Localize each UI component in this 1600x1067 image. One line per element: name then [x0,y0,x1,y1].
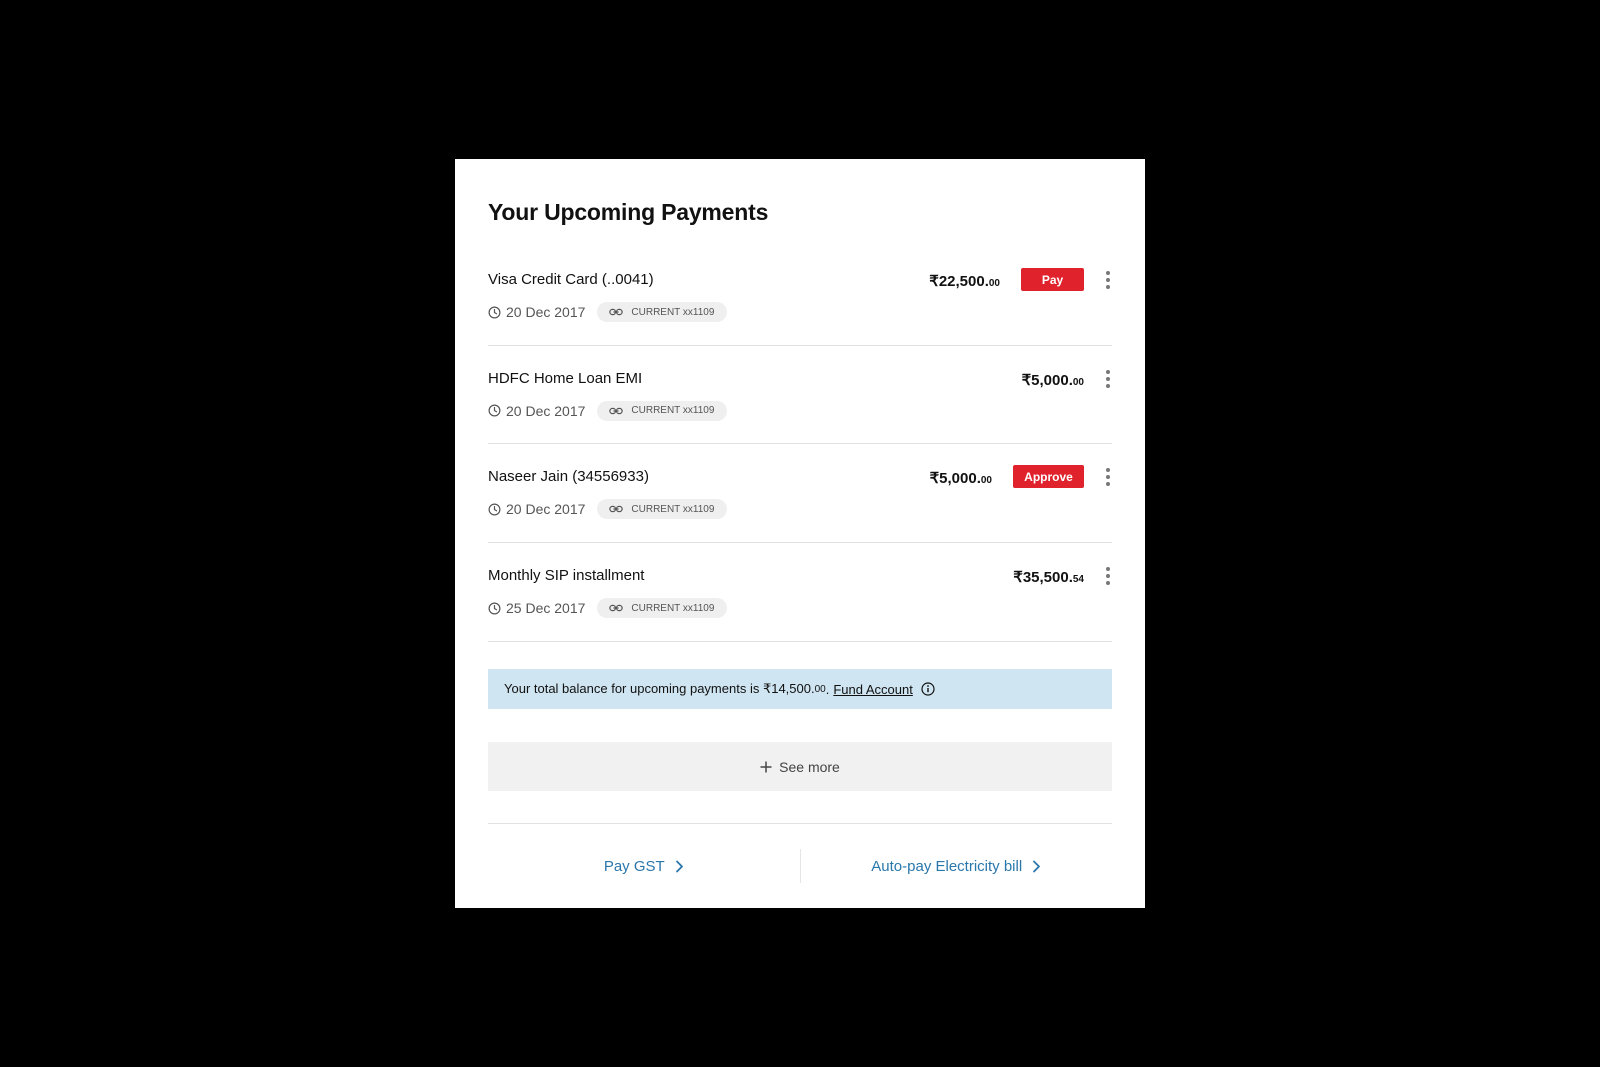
clock-icon [488,306,501,319]
payment-amount: ₹5,000.00 [929,470,992,488]
fund-account-link[interactable]: Fund Account [833,682,913,697]
payment-amount: ₹35,500.54 [1013,569,1084,587]
clock-icon [488,404,501,417]
chevron-right-icon [1032,860,1041,873]
pay-button[interactable]: Pay [1021,268,1084,291]
see-more-button[interactable]: See more [488,742,1112,791]
payment-row: HDFC Home Loan EMI 20 Dec 2017 CURRENT x… [488,346,1112,445]
payment-name: Monthly SIP installment [488,567,645,585]
card-title: Your Upcoming Payments [488,199,769,225]
clock-icon [488,503,501,516]
info-icon[interactable] [921,682,935,696]
auto-pay-label: Auto-pay Electricity bill [871,857,1023,875]
account-chip: CURRENT xx1109 [597,400,728,421]
account-label: CURRENT xx1109 [631,306,715,318]
account-label: CURRENT xx1109 [631,602,715,614]
link-icon [609,307,624,317]
clock-icon [488,602,501,615]
payment-meta: 25 Dec 2017 CURRENT xx1109 [488,598,728,619]
balance-text: Your total balance for upcoming payments… [504,681,815,696]
auto-pay-electricity-link[interactable]: Auto-pay Electricity bill [801,824,1113,908]
upcoming-payments-card: Your Upcoming Payments Visa Credit Card … [455,159,1145,908]
see-more-label: See more [779,758,840,775]
account-chip: CURRENT xx1109 [597,598,728,619]
balance-suffix: . [825,681,830,697]
account-label: CURRENT xx1109 [631,405,715,417]
payment-row: Naseer Jain (34556933) 20 Dec 2017 CURRE… [488,444,1112,544]
payment-amount: ₹22,500.00 [929,273,1000,290]
quick-links: Pay GST Auto-pay Electricity bill [488,824,1112,908]
payment-meta: 20 Dec 2017 CURRENT xx1109 [488,499,728,520]
account-chip: CURRENT xx1109 [597,302,728,322]
payments-list: Visa Credit Card (..0041) 20 Dec 2017 CU… [488,247,1112,642]
balance-decimal: 00 [814,683,826,695]
payment-date: 20 Dec 2017 [506,501,586,518]
payment-name: Naseer Jain (34556933) [488,468,649,486]
payment-date: 20 Dec 2017 [506,402,586,419]
link-icon [609,406,624,416]
more-options-icon[interactable] [1104,468,1112,487]
account-chip: CURRENT xx1109 [597,499,728,520]
link-icon [609,504,624,514]
payment-meta: 20 Dec 2017 CURRENT xx1109 [488,302,728,322]
balance-banner: Your total balance for upcoming payments… [488,669,1112,709]
more-options-icon[interactable] [1104,567,1112,586]
pay-gst-link[interactable]: Pay GST [488,824,800,908]
payment-name: Visa Credit Card (..0041) [488,271,654,288]
payment-name: HDFC Home Loan EMI [488,369,643,387]
payment-amount: ₹5,000.00 [1021,371,1084,389]
approve-button[interactable]: Approve [1013,465,1084,489]
more-options-icon[interactable] [1104,369,1112,388]
plus-icon [760,761,772,773]
link-icon [609,603,624,613]
more-options-icon[interactable] [1104,271,1112,289]
payment-row: Visa Credit Card (..0041) 20 Dec 2017 CU… [488,247,1112,346]
chevron-right-icon [675,860,684,873]
payment-date: 25 Dec 2017 [506,600,586,617]
payment-meta: 20 Dec 2017 CURRENT xx1109 [488,400,728,421]
payment-date: 20 Dec 2017 [506,304,586,320]
account-label: CURRENT xx1109 [631,503,715,515]
payment-row: Monthly SIP installment 25 Dec 2017 CURR… [488,543,1112,642]
pay-gst-label: Pay GST [603,857,665,875]
